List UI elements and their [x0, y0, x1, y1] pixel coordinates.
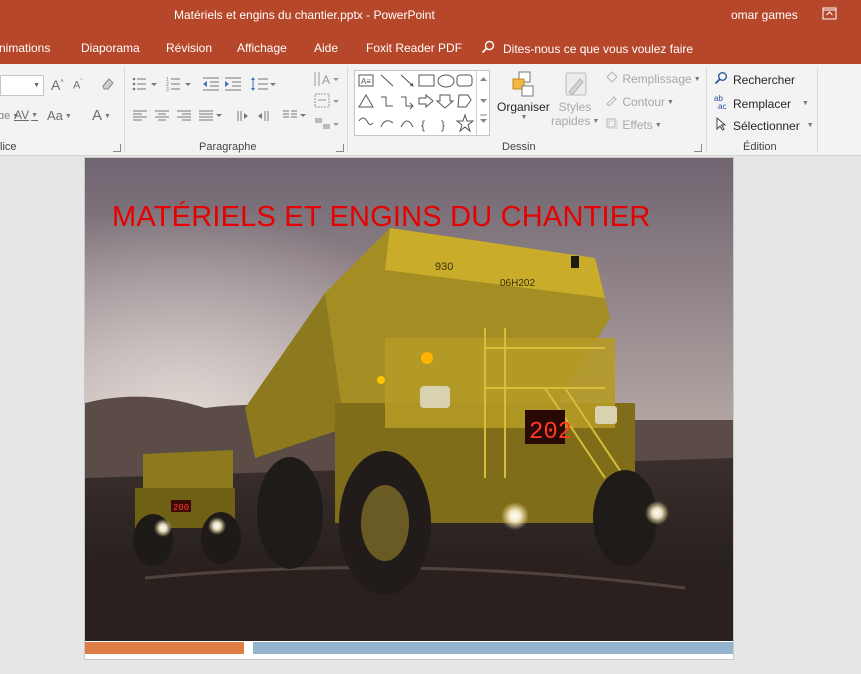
- svg-text:3: 3: [166, 87, 169, 92]
- character-spacing-label: AV: [14, 108, 30, 122]
- svg-text:A≡: A≡: [361, 77, 371, 86]
- group-label-dessin: Dessin: [502, 141, 536, 153]
- grow-font-button[interactable]: A^: [51, 77, 64, 93]
- grow-font-label: A: [51, 77, 61, 93]
- change-case-label: Aa: [47, 108, 63, 123]
- tab-affichage[interactable]: Affichage: [237, 41, 287, 55]
- clear-formatting-icon[interactable]: [100, 76, 116, 95]
- remplacer-label: Remplacer: [733, 96, 792, 111]
- smartart-icon[interactable]: [313, 115, 339, 136]
- dessin-launcher-icon[interactable]: [694, 144, 702, 152]
- police-launcher-icon[interactable]: [113, 144, 121, 152]
- decorative-bar-orange: [85, 642, 244, 654]
- svg-text:}: }: [441, 118, 445, 132]
- columns-icon[interactable]: [282, 110, 308, 125]
- font-color-label: A: [92, 107, 103, 124]
- truck-label-a: 930: [435, 261, 453, 273]
- numbering-icon[interactable]: 123: [166, 76, 192, 95]
- user-name[interactable]: omar games: [731, 8, 798, 22]
- selectionner-label: Sélectionner: [733, 118, 800, 133]
- svg-text:ac: ac: [718, 102, 726, 110]
- tab-aide[interactable]: Aide: [314, 41, 338, 55]
- line-spacing-icon[interactable]: [250, 76, 276, 95]
- rechercher-label: Rechercher: [733, 72, 796, 87]
- cursor-arrow-icon: [714, 116, 728, 134]
- align-left-icon[interactable]: [132, 110, 148, 125]
- gallery-scrollbar[interactable]: [476, 70, 490, 136]
- slide-title[interactable]: MATÉRIELS ET ENGINS DU CHANTIER: [112, 201, 650, 234]
- organiser-button[interactable]: Organiser ▼: [497, 70, 550, 121]
- group-label-edition: Édition: [743, 141, 777, 153]
- tell-me-label: Dites-nous ce que vous voulez faire: [503, 41, 694, 56]
- group-separator: [817, 68, 818, 152]
- group-separator: [347, 68, 348, 152]
- justify-icon[interactable]: [198, 110, 222, 125]
- contour-label: Contour: [622, 95, 666, 109]
- paragraphe-launcher-icon[interactable]: [336, 144, 344, 152]
- selectionner-button[interactable]: Sélectionner ▼: [714, 116, 814, 134]
- align-text-icon[interactable]: [313, 92, 339, 113]
- group-separator: [124, 68, 125, 152]
- arrange-icon: [497, 70, 549, 100]
- organiser-label: Organiser: [497, 100, 550, 114]
- text-direction-icon[interactable]: A: [313, 70, 339, 91]
- tab-revision[interactable]: Révision: [166, 41, 212, 55]
- styles-rapides-label-2: rapides ▼: [551, 114, 600, 128]
- tab-animations[interactable]: nimations: [0, 41, 50, 55]
- styles-rapides-label-1: Styles: [558, 100, 592, 114]
- remplacer-button[interactable]: ab ac Remplacer ▼: [714, 94, 809, 113]
- search-icon: [481, 40, 495, 57]
- styles-rapides-button[interactable]: Styles rapides ▼: [551, 70, 599, 128]
- shapes-gallery[interactable]: A≡ { }: [354, 70, 490, 136]
- bullets-icon[interactable]: [132, 76, 158, 95]
- slide-canvas[interactable]: 200 202 930 06H202 MATÉRIELS ET ENGINS D…: [84, 157, 734, 660]
- font-color-button[interactable]: A ▼: [92, 107, 111, 124]
- decrease-indent-icon[interactable]: [202, 76, 220, 95]
- rechercher-button[interactable]: Rechercher: [714, 71, 795, 88]
- search-icon: [714, 71, 728, 88]
- tab-diaporama[interactable]: Diaporama: [81, 41, 140, 55]
- decorative-bar-blue: [253, 642, 733, 654]
- quick-styles-icon: [551, 70, 599, 100]
- back-truck-plate: 200: [173, 503, 189, 513]
- effets-label: Effets: [622, 118, 653, 132]
- change-case-button[interactable]: Aa ▼: [47, 108, 72, 123]
- align-center-icon[interactable]: [154, 110, 170, 125]
- group-label-police: lice: [0, 141, 17, 153]
- character-spacing-button[interactable]: AV ▼: [14, 108, 38, 122]
- increase-indent-icon[interactable]: [224, 76, 242, 95]
- ribbon-tabs: nimations Diaporama Révision Affichage A…: [0, 32, 861, 64]
- group-label-paragraphe: Paragraphe: [199, 141, 257, 153]
- effects-icon: [605, 118, 619, 132]
- replace-icon: ab ac: [714, 94, 728, 113]
- styles-rapides-label-2-text: rapides: [551, 114, 591, 128]
- fill-bucket-icon: [605, 71, 619, 86]
- truck-label-b: 06H202: [500, 278, 535, 289]
- ribbon: ▼ A^ Aˇ ɑe ▼ AV ▼ Aa ▼ A ▼ lice 123 A Pa…: [0, 64, 861, 156]
- effets-button[interactable]: Effets ▼: [605, 117, 662, 132]
- main-truck-plate: 202: [529, 419, 572, 446]
- font-size-input[interactable]: ▼: [0, 75, 44, 96]
- remplissage-label: Remplissage: [622, 72, 692, 86]
- ltr-direction-icon[interactable]: [234, 110, 250, 125]
- window-title: Matériels et engins du chantier.pptx - P…: [174, 8, 435, 22]
- tell-me-box[interactable]: Dites-nous ce que vous voulez faire: [481, 40, 693, 57]
- contour-button[interactable]: Contour ▼: [605, 94, 674, 109]
- rtl-direction-icon[interactable]: [256, 110, 272, 125]
- tab-foxit-reader-pdf[interactable]: Foxit Reader PDF: [366, 41, 462, 55]
- svg-text:{: {: [421, 118, 425, 132]
- group-separator: [706, 68, 707, 152]
- align-right-icon[interactable]: [176, 110, 192, 125]
- ribbon-display-options-icon[interactable]: [822, 7, 838, 21]
- shrink-font-button[interactable]: Aˇ: [73, 79, 83, 92]
- pen-outline-icon: [605, 95, 619, 109]
- svg-text:A: A: [322, 73, 330, 87]
- remplissage-button[interactable]: Remplissage ▼: [605, 71, 701, 86]
- title-bar: Matériels et engins du chantier.pptx - P…: [0, 0, 861, 32]
